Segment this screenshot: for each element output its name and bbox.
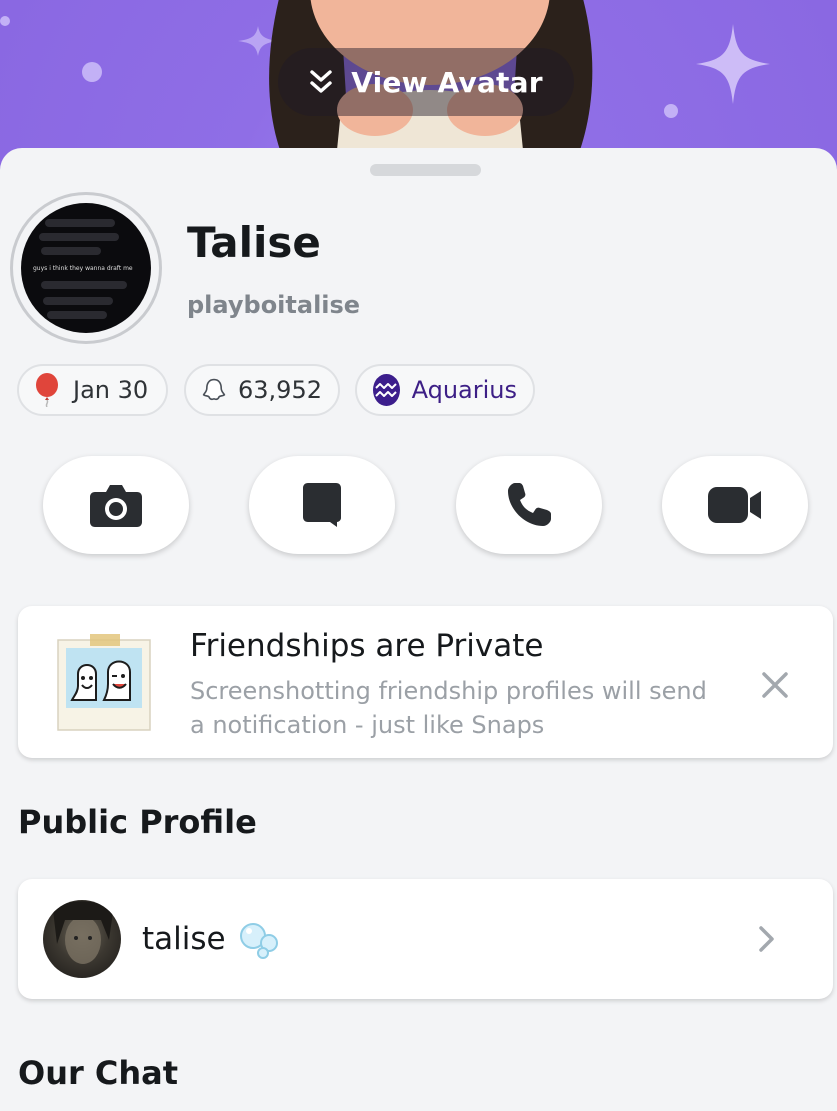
chevron-right-icon	[759, 926, 774, 952]
balloon-icon	[36, 373, 58, 407]
our-chat-heading: Our Chat	[18, 1054, 179, 1092]
sparkle-star-icon	[696, 24, 770, 104]
chat-button[interactable]	[249, 456, 395, 554]
view-avatar-label: View Avatar	[351, 65, 543, 99]
voice-call-button[interactable]	[456, 456, 602, 554]
sheet-grabber[interactable]	[370, 164, 481, 176]
view-avatar-button[interactable]: View Avatar	[278, 48, 574, 116]
profile-picture: guys i think they wanna draft me	[21, 203, 151, 333]
profile-picture-caption: guys i think they wanna draft me	[33, 265, 133, 272]
sparkle-dot	[0, 16, 10, 26]
close-icon[interactable]	[758, 668, 792, 702]
chevron-double-down-icon	[310, 70, 332, 93]
public-profile-avatar	[43, 900, 121, 978]
sparkle-dot	[664, 104, 678, 118]
zodiac-label: Aquarius	[411, 376, 517, 404]
bubbles-emoji-icon	[239, 923, 278, 959]
notice-title: Friendships are Private	[190, 628, 544, 664]
profile-sheet: guys i think they wanna draft me Talise …	[0, 148, 837, 1111]
video-call-button[interactable]	[662, 456, 808, 554]
snapscore-label: 63,952	[238, 376, 322, 404]
polaroid-ghosts-icon	[57, 634, 151, 731]
profile-picture-ring[interactable]: guys i think they wanna draft me	[10, 192, 162, 344]
birthday-label: Jan 30	[73, 376, 149, 404]
camera-button[interactable]	[43, 456, 189, 554]
ghost-icon	[202, 378, 226, 401]
public-profile-name: talise	[142, 921, 226, 957]
chat-bubble-icon	[303, 483, 341, 527]
public-profile-heading: Public Profile	[18, 803, 257, 841]
public-profile-card[interactable]: talise	[18, 879, 833, 999]
notice-body: Screenshotting friendship profiles will …	[190, 677, 707, 739]
snapscore-chip[interactable]: 63,952	[184, 364, 340, 416]
camera-icon	[90, 485, 142, 527]
friendship-privacy-notice: Friendships are Private Screenshotting f…	[18, 606, 833, 758]
phone-icon	[508, 483, 551, 526]
aquarius-icon	[373, 374, 400, 406]
birthday-chip[interactable]: Jan 30	[17, 364, 168, 416]
video-camera-icon	[708, 487, 761, 523]
sparkle-dot	[82, 62, 102, 82]
username: playboitalise	[187, 291, 361, 319]
public-profile-name-row: talise	[142, 919, 280, 959]
display-name: Talise	[187, 218, 321, 267]
zodiac-chip[interactable]: Aquarius	[355, 364, 535, 416]
